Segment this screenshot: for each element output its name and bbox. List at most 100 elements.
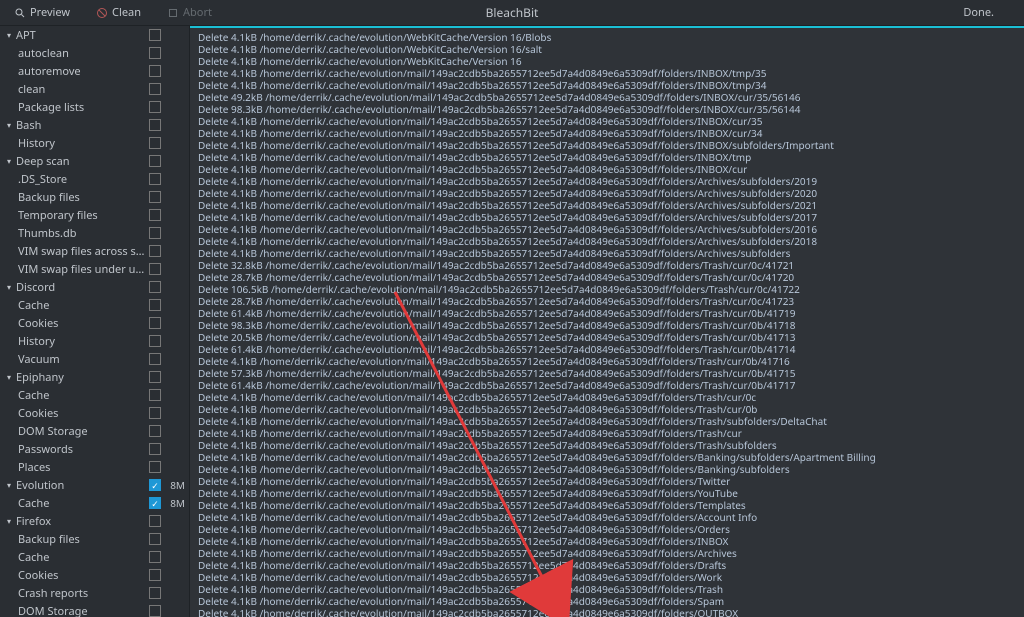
item-label: VIM swap files across system bbox=[18, 244, 149, 259]
item-checkbox[interactable] bbox=[149, 587, 161, 599]
item-checkbox[interactable] bbox=[149, 551, 161, 563]
tree-item-row[interactable]: DOM Storage bbox=[0, 422, 189, 440]
status-text: Done. bbox=[963, 5, 994, 20]
item-label: Cache bbox=[18, 550, 149, 565]
tree-item-row[interactable]: Cookies bbox=[0, 404, 189, 422]
item-checkbox[interactable] bbox=[149, 443, 161, 455]
tree-item-row[interactable]: Backup files bbox=[0, 188, 189, 206]
item-checkbox[interactable] bbox=[149, 209, 161, 221]
forbidden-icon bbox=[96, 7, 108, 19]
tree-item-row[interactable]: Passwords bbox=[0, 440, 189, 458]
disclosure-icon[interactable]: ▾ bbox=[4, 120, 14, 131]
item-checkbox[interactable] bbox=[149, 263, 161, 275]
tree-item-row[interactable]: autoremove bbox=[0, 62, 189, 80]
disclosure-icon[interactable]: ▾ bbox=[4, 372, 14, 383]
cleaners-tree[interactable]: ▾APTautocleanautoremovecleanPackage list… bbox=[0, 26, 190, 617]
tree-item-row[interactable]: Cache bbox=[0, 548, 189, 566]
tree-group-row[interactable]: ▾Discord bbox=[0, 278, 189, 296]
item-checkbox[interactable] bbox=[149, 83, 161, 95]
group-checkbox[interactable] bbox=[149, 119, 161, 131]
tree-group-row[interactable]: ▾Firefox bbox=[0, 512, 189, 530]
item-checkbox[interactable] bbox=[149, 407, 161, 419]
item-checkbox[interactable] bbox=[149, 191, 161, 203]
item-label: Cache bbox=[18, 298, 149, 313]
item-checkbox[interactable] bbox=[149, 317, 161, 329]
group-checkbox[interactable] bbox=[149, 515, 161, 527]
item-checkbox[interactable] bbox=[149, 173, 161, 185]
tree-group-row[interactable]: ▾Evolution8M bbox=[0, 476, 189, 494]
tree-group-row[interactable]: ▾Epiphany bbox=[0, 368, 189, 386]
tree-item-row[interactable]: Vacuum bbox=[0, 350, 189, 368]
item-checkbox[interactable] bbox=[149, 425, 161, 437]
item-label: Vacuum bbox=[18, 352, 149, 367]
tree-item-row[interactable]: Places bbox=[0, 458, 189, 476]
tree-item-row[interactable]: .DS_Store bbox=[0, 170, 189, 188]
log-output[interactable]: Delete 4.1kB /home/derrik/.cache/evoluti… bbox=[190, 26, 1024, 617]
tree-group-row[interactable]: ▾Bash bbox=[0, 116, 189, 134]
item-checkbox[interactable] bbox=[149, 47, 161, 59]
item-label: Backup files bbox=[18, 190, 149, 205]
item-label: Cookies bbox=[18, 406, 149, 421]
item-checkbox[interactable] bbox=[149, 245, 161, 257]
tree-item-row[interactable]: Cache bbox=[0, 296, 189, 314]
item-checkbox[interactable] bbox=[149, 569, 161, 581]
tree-item-row[interactable]: VIM swap files under user profile bbox=[0, 260, 189, 278]
group-checkbox[interactable] bbox=[149, 155, 161, 167]
disclosure-icon[interactable]: ▾ bbox=[4, 30, 14, 41]
main-area: ▾APTautocleanautoremovecleanPackage list… bbox=[0, 26, 1024, 617]
group-checkbox[interactable] bbox=[149, 29, 161, 41]
group-checkbox[interactable] bbox=[149, 371, 161, 383]
item-checkbox[interactable] bbox=[149, 353, 161, 365]
tree-item-row[interactable]: Cookies bbox=[0, 314, 189, 332]
group-checkbox[interactable] bbox=[149, 281, 161, 293]
item-label: Cookies bbox=[18, 568, 149, 583]
item-checkbox[interactable] bbox=[149, 137, 161, 149]
tree-item-row[interactable]: Crash reports bbox=[0, 584, 189, 602]
tree-item-row[interactable]: Cookies bbox=[0, 566, 189, 584]
item-checkbox[interactable] bbox=[149, 389, 161, 401]
disclosure-icon[interactable]: ▾ bbox=[4, 156, 14, 167]
tree-item-row[interactable]: Package lists bbox=[0, 98, 189, 116]
tree-item-row[interactable]: VIM swap files across system bbox=[0, 242, 189, 260]
preview-label: Preview bbox=[30, 5, 70, 20]
abort-button: Abort bbox=[159, 3, 220, 22]
item-label: History bbox=[18, 334, 149, 349]
abort-label: Abort bbox=[183, 5, 212, 20]
preview-button[interactable]: Preview bbox=[6, 3, 78, 22]
item-checkbox[interactable] bbox=[149, 461, 161, 473]
tree-item-row[interactable]: History bbox=[0, 134, 189, 152]
disclosure-icon[interactable]: ▾ bbox=[4, 516, 14, 527]
tree-item-row[interactable]: Cache8M bbox=[0, 494, 189, 512]
disclosure-icon[interactable]: ▾ bbox=[4, 480, 14, 491]
item-checkbox[interactable] bbox=[149, 605, 161, 617]
tree-item-row[interactable]: Backup files bbox=[0, 530, 189, 548]
clean-button[interactable]: Clean bbox=[88, 3, 149, 22]
item-label: autoremove bbox=[18, 64, 149, 79]
group-label: Discord bbox=[16, 280, 149, 295]
tree-item-row[interactable]: Temporary files bbox=[0, 206, 189, 224]
item-label: VIM swap files under user profile bbox=[18, 262, 149, 277]
item-checkbox[interactable] bbox=[149, 227, 161, 239]
item-label: autoclean bbox=[18, 46, 149, 61]
item-checkbox[interactable] bbox=[149, 101, 161, 113]
tree-item-row[interactable]: Cache bbox=[0, 386, 189, 404]
item-label: Crash reports bbox=[18, 586, 149, 601]
item-label: Thumbs.db bbox=[18, 226, 149, 241]
item-label: DOM Storage bbox=[18, 604, 149, 617]
tree-group-row[interactable]: ▾APT bbox=[0, 26, 189, 44]
tree-item-row[interactable]: DOM Storage bbox=[0, 602, 189, 617]
group-checkbox[interactable] bbox=[149, 479, 161, 491]
tree-item-row[interactable]: Thumbs.db bbox=[0, 224, 189, 242]
item-checkbox[interactable] bbox=[149, 299, 161, 311]
group-label: Evolution bbox=[16, 478, 149, 493]
item-checkbox[interactable] bbox=[149, 497, 161, 509]
item-checkbox[interactable] bbox=[149, 533, 161, 545]
item-checkbox[interactable] bbox=[149, 335, 161, 347]
tree-item-row[interactable]: autoclean bbox=[0, 44, 189, 62]
tree-item-row[interactable]: clean bbox=[0, 80, 189, 98]
tree-group-row[interactable]: ▾Deep scan bbox=[0, 152, 189, 170]
group-label: APT bbox=[16, 28, 149, 43]
tree-item-row[interactable]: History bbox=[0, 332, 189, 350]
disclosure-icon[interactable]: ▾ bbox=[4, 282, 14, 293]
item-checkbox[interactable] bbox=[149, 65, 161, 77]
